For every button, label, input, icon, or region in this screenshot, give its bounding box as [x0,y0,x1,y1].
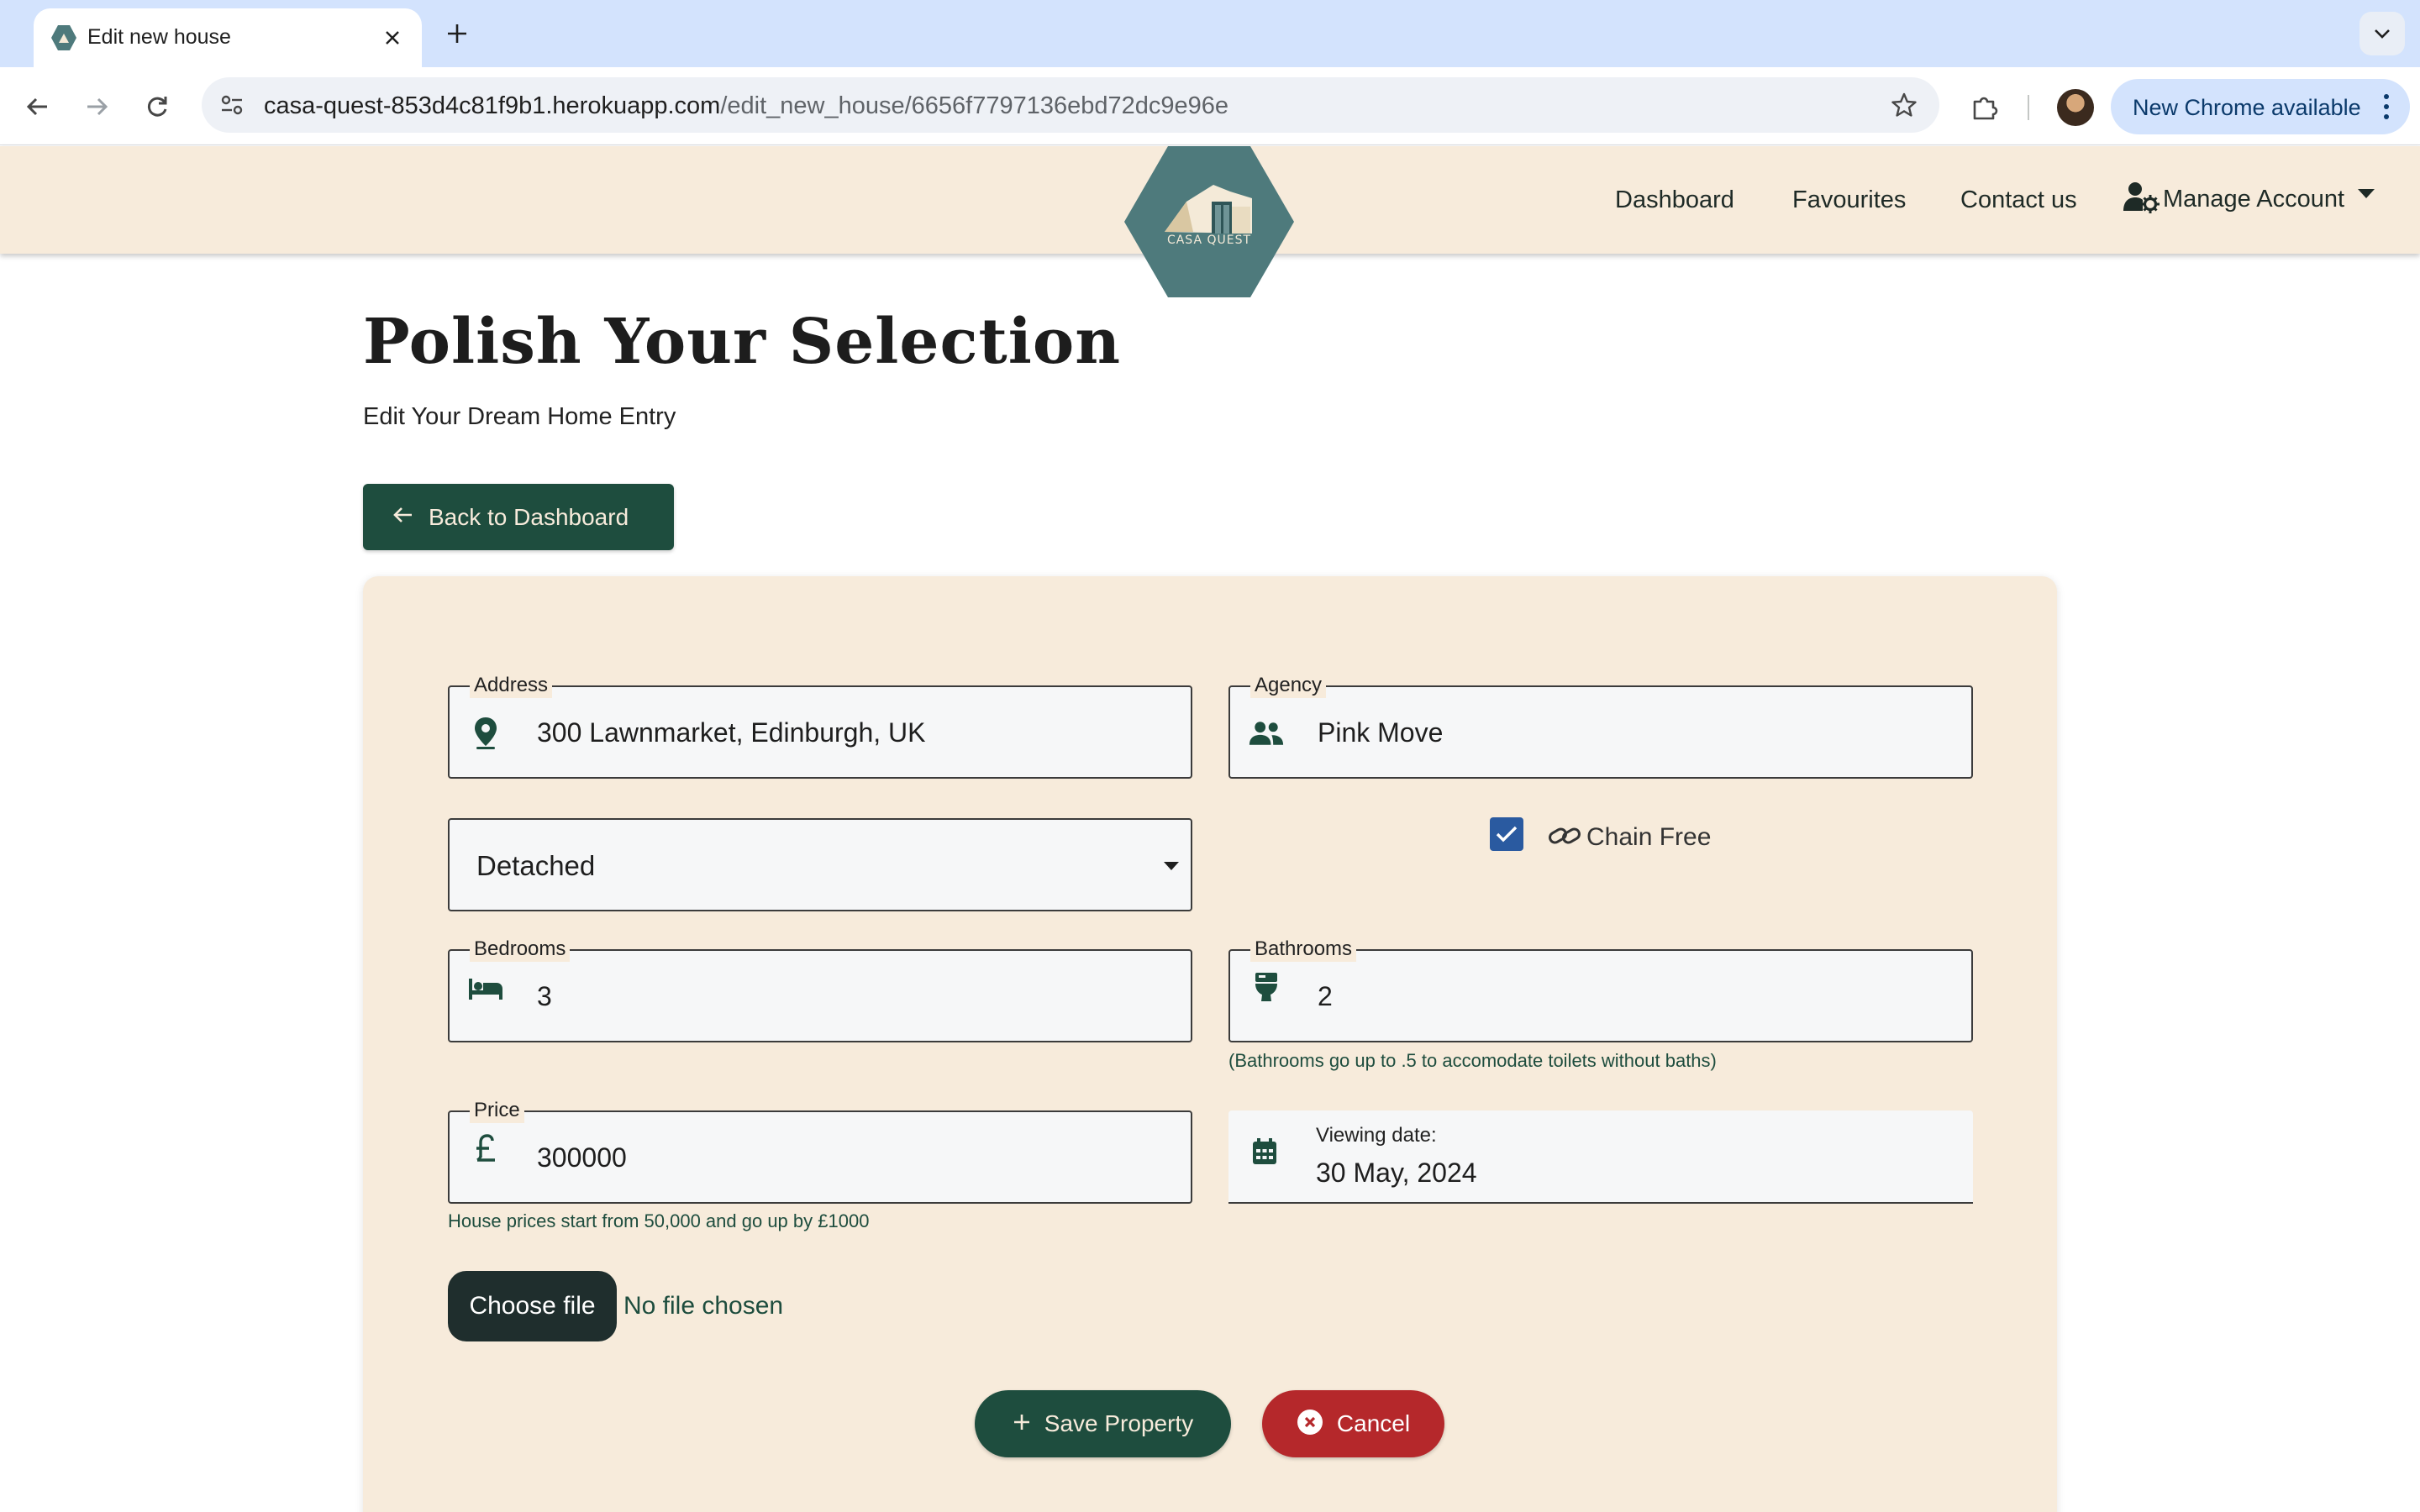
nav-contact-link[interactable]: Contact us [1960,186,2077,214]
page-subtitle: Edit Your Dream Home Entry [363,403,676,430]
site-settings-icon[interactable] [213,87,250,123]
nav-favourites-link[interactable]: Favourites [1792,186,1906,214]
agency-input[interactable]: Pink Move [1318,717,1443,748]
site-navbar: CASA QUEST Dashboard Favourites Contact … [0,146,2420,297]
tab-title: Edit new house [87,25,231,49]
dropdown-caret-icon [2358,188,2375,198]
back-to-dashboard-label: Back to Dashboard [429,503,629,530]
address-bar[interactable]: casa-quest-853d4c81f9b1.herokuapp.com/ed… [202,77,1939,133]
forward-arrow-icon[interactable] [74,84,119,129]
url-host: casa-quest-853d4c81f9b1.herokuapp.com [264,92,721,119]
calendar-icon [1247,1134,1282,1169]
close-tab-icon[interactable] [376,22,408,54]
url-path: /edit_new_house/6656f7797136ebd72dc9e96e [720,92,1229,119]
location-pin-icon [468,716,503,751]
save-property-button[interactable]: Save Property [975,1390,1231,1457]
pound-icon [468,1131,503,1166]
plus-icon [1013,1413,1031,1436]
chrome-update-button[interactable]: New Chrome available [2111,79,2410,134]
address-label: Address [470,673,553,698]
choose-file-button[interactable]: Choose file [448,1271,617,1341]
bedrooms-label: Bedrooms [470,937,571,962]
bathrooms-input[interactable]: 2 [1318,981,1333,1012]
logo-text: CASA QUEST [1166,234,1252,247]
browser-tab[interactable]: Edit new house [34,8,422,67]
casa-quest-favicon-icon [49,23,79,53]
manage-account-label: Manage Account [2163,185,2345,213]
toolbar-divider [2028,95,2029,120]
bathrooms-label: Bathrooms [1250,937,1357,962]
bed-icon [468,971,503,1006]
address-field[interactable]: Address 300 Lawnmarket, Edinburgh, UK [448,673,1192,779]
file-status-text: No file chosen [623,1292,784,1320]
bookmark-star-icon[interactable] [1887,88,1921,122]
manage-account-dropdown[interactable]: Manage Account [2123,178,2375,220]
address-input[interactable]: 300 Lawnmarket, Edinburgh, UK [537,717,925,748]
browser-tab-strip: Edit new house [0,0,2420,67]
bathrooms-helper-text: (Bathrooms go up to .5 to accomodate toi… [1228,1050,1717,1071]
url-text: casa-quest-853d4c81f9b1.herokuapp.com/ed… [264,92,1228,120]
arrow-left-icon [392,506,413,528]
chain-free-checkbox[interactable] [1490,817,1523,851]
viewing-date-input[interactable]: 30 May, 2024 [1316,1158,1477,1189]
back-to-dashboard-button[interactable]: Back to Dashboard [363,484,674,550]
reload-icon[interactable] [134,84,180,129]
price-field[interactable]: Price 300000 [448,1098,1192,1204]
save-property-label: Save Property [1044,1410,1194,1436]
cancel-label: Cancel [1336,1410,1411,1436]
chrome-update-label: New Chrome available [2133,95,2361,120]
checkmark-icon [1496,826,1518,843]
browser-toolbar: casa-quest-853d4c81f9b1.herokuapp.com/ed… [0,67,2420,145]
price-input[interactable]: 300000 [537,1142,627,1173]
back-arrow-icon[interactable] [15,84,60,129]
property-type-value: Detached [476,850,596,881]
tab-search-chevron-icon[interactable] [2360,12,2405,55]
cancel-button[interactable]: Cancel [1262,1390,1444,1457]
bedrooms-input[interactable]: 3 [537,981,552,1012]
select-caret-icon [1164,862,1179,870]
cancel-circle-x-icon [1297,1409,1323,1440]
agency-field[interactable]: Agency Pink Move [1228,673,1973,779]
people-icon [1249,716,1284,751]
toilet-icon [1249,969,1284,1005]
page-title: Polish Your Selection [363,306,1121,378]
user-gear-icon [2123,181,2160,218]
viewing-date-label: Viewing date: [1316,1124,1437,1147]
bathrooms-field[interactable]: Bathrooms 2 [1228,937,1973,1042]
casa-quest-logo[interactable]: CASA QUEST [1124,146,1294,297]
bedrooms-field[interactable]: Bedrooms 3 [448,937,1192,1042]
new-tab-icon[interactable] [439,17,476,50]
price-helper-text: House prices start from 50,000 and go up… [448,1210,870,1231]
price-label: Price [470,1098,524,1123]
nav-dashboard-link[interactable]: Dashboard [1615,186,1734,214]
profile-avatar[interactable] [2057,89,2094,126]
link-icon [1548,823,1581,848]
chain-free-label[interactable]: Chain Free [1586,823,1711,852]
property-type-select[interactable]: Detached [448,818,1192,911]
more-vertical-icon[interactable] [2378,92,2395,122]
extensions-puzzle-icon[interactable] [1963,86,2007,129]
logo-hexagon-icon [1124,146,1294,297]
agency-label: Agency [1250,673,1327,698]
viewing-date-field[interactable]: Viewing date: 30 May, 2024 [1228,1110,1973,1204]
